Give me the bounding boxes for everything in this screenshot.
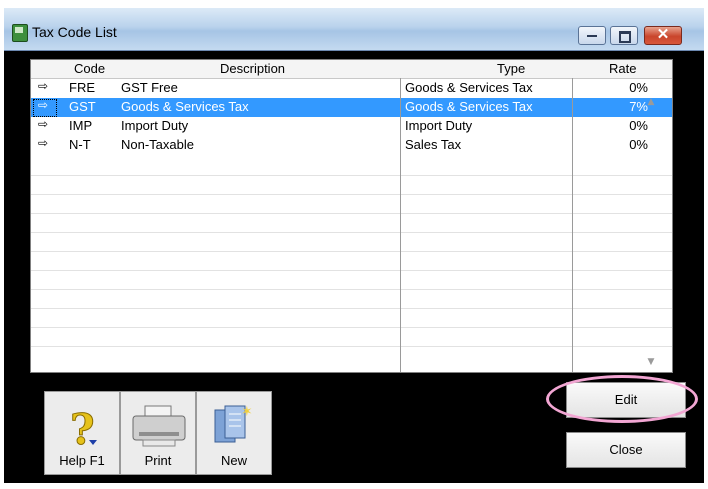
title-bar[interactable]: Tax Code List ✕ bbox=[4, 8, 704, 51]
row-description: Goods & Services Tax bbox=[121, 99, 249, 114]
maximize-icon bbox=[619, 31, 631, 43]
column-header-description[interactable]: Description bbox=[220, 61, 285, 76]
printer-icon bbox=[132, 405, 186, 447]
row-rate: 0% bbox=[629, 137, 648, 152]
tax-code-list-window: Tax Code List ✕ Code Description Type Ra… bbox=[4, 8, 704, 483]
row-code: GST bbox=[69, 99, 96, 114]
window-title: Tax Code List bbox=[32, 24, 117, 40]
column-header-code[interactable]: Code bbox=[74, 61, 105, 76]
row-description: Non-Taxable bbox=[121, 137, 194, 152]
minimize-icon bbox=[587, 35, 597, 37]
row-divider bbox=[31, 251, 672, 252]
row-type: Goods & Services Tax bbox=[405, 80, 533, 95]
row-divider bbox=[31, 194, 672, 195]
table-row[interactable]: ⇨ IMP Import Duty Import Duty 0% bbox=[31, 117, 672, 136]
scroll-down-arrow-icon[interactable]: ▼ bbox=[645, 356, 657, 368]
row-divider bbox=[31, 232, 672, 233]
row-type: Import Duty bbox=[405, 118, 473, 133]
column-divider bbox=[400, 78, 401, 372]
row-divider bbox=[31, 289, 672, 290]
minimize-button[interactable] bbox=[578, 26, 606, 45]
help-question-icon: ? bbox=[70, 405, 97, 455]
edit-button-highlight-ring bbox=[546, 375, 698, 423]
new-label: New bbox=[220, 453, 247, 468]
maximize-button[interactable] bbox=[610, 26, 638, 45]
row-code: IMP bbox=[69, 118, 93, 133]
svg-text:?: ? bbox=[70, 405, 95, 454]
app-icon bbox=[12, 24, 28, 42]
tax-code-table: Code Description Type Rate ⇨ FRE GST Fre… bbox=[30, 59, 673, 373]
svg-text:✶: ✶ bbox=[241, 404, 253, 420]
column-header-rate[interactable]: Rate bbox=[609, 61, 636, 76]
row-code: N-T bbox=[69, 137, 91, 152]
row-divider bbox=[31, 327, 672, 328]
new-button[interactable]: ✶ New bbox=[196, 391, 272, 475]
row-arrow-icon: ⇨ bbox=[38, 98, 49, 112]
row-description: GST Free bbox=[121, 80, 178, 95]
table-row[interactable]: ⇨ FRE GST Free Goods & Services Tax 0% bbox=[31, 79, 672, 98]
table-header: Code Description Type Rate bbox=[31, 60, 672, 79]
scroll-up-arrow-icon[interactable]: ▲ bbox=[645, 96, 657, 108]
print-label: Print bbox=[144, 453, 172, 468]
row-rate: 0% bbox=[629, 118, 648, 133]
row-divider bbox=[31, 346, 672, 347]
row-divider bbox=[31, 213, 672, 214]
help-button[interactable]: ? Help F1 bbox=[44, 391, 120, 475]
row-arrow-icon: ⇨ bbox=[38, 79, 49, 93]
row-divider bbox=[31, 175, 672, 176]
row-type: Sales Tax bbox=[405, 137, 462, 152]
row-divider bbox=[31, 308, 672, 309]
row-rate: 0% bbox=[629, 80, 648, 95]
row-arrow-icon: ⇨ bbox=[38, 136, 49, 150]
row-arrow-icon: ⇨ bbox=[38, 117, 49, 131]
table-row[interactable]: ⇨ N-T Non-Taxable Sales Tax 0% bbox=[31, 136, 672, 155]
new-document-icon: ✶ bbox=[214, 404, 253, 443]
close-button[interactable]: Close bbox=[566, 432, 686, 468]
column-divider bbox=[572, 78, 573, 372]
print-button[interactable]: Print bbox=[120, 391, 196, 475]
close-icon: ✕ bbox=[656, 26, 670, 43]
row-type: Goods & Services Tax bbox=[405, 99, 533, 114]
help-label: Help F1 bbox=[59, 453, 105, 468]
row-divider bbox=[31, 270, 672, 271]
column-header-type[interactable]: Type bbox=[497, 61, 525, 76]
row-code: FRE bbox=[69, 80, 95, 95]
close-window-button[interactable]: ✕ bbox=[644, 26, 682, 45]
table-row-selected[interactable]: ⇨ GST Goods & Services Tax Goods & Servi… bbox=[31, 98, 672, 117]
row-description: Import Duty bbox=[121, 118, 189, 133]
